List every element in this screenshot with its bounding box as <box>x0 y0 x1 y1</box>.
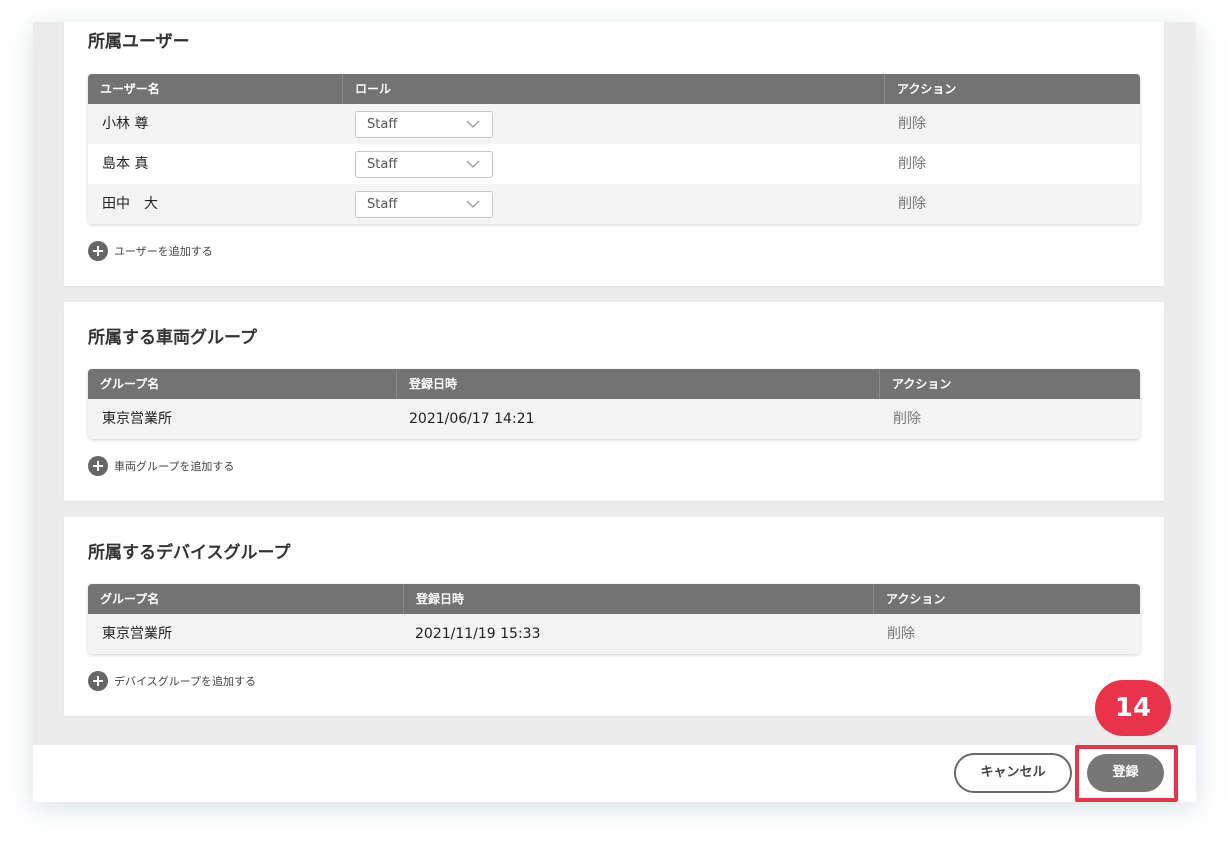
vehicle-groups-card: 所属する車両グループ グループ名 登録日時 アクション 東京営業所 2021/0… <box>64 302 1164 501</box>
role-select-value: Staff <box>367 157 398 172</box>
column-header-action: アクション <box>884 74 956 104</box>
device-groups-section-title: 所属するデバイスグループ <box>88 543 291 563</box>
chevron-down-icon <box>466 120 480 128</box>
role-select[interactable]: Staff <box>355 111 493 138</box>
add-user-label: ユーザーを追加する <box>114 245 213 258</box>
table-row: 東京営業所 2021/06/17 14:21 削除 <box>88 399 1140 439</box>
user-name: 小林 尊 <box>102 116 149 132</box>
chevron-down-icon <box>466 160 480 168</box>
table-header: ユーザー名 ロール アクション <box>88 74 1140 104</box>
device-groups-card: 所属するデバイスグループ グループ名 登録日時 アクション 東京営業所 2021… <box>64 517 1164 716</box>
delete-link[interactable]: 削除 <box>898 144 926 184</box>
plus-circle-icon <box>88 671 108 691</box>
table-header: グループ名 登録日時 アクション <box>88 369 1140 399</box>
user-name: 田中 大 <box>102 196 158 212</box>
column-header-registered-at: 登録日時 <box>403 584 464 614</box>
column-header-action: アクション <box>879 369 951 399</box>
add-device-group-label: デバイスグループを追加する <box>114 675 257 688</box>
table-row: 島本 真 Staff 削除 <box>88 144 1140 184</box>
register-button-highlight <box>1075 745 1178 802</box>
cancel-button[interactable]: キャンセル <box>954 753 1072 793</box>
footer-action-bar: キャンセル 登録 <box>33 745 1196 802</box>
group-name: 東京営業所 <box>102 411 172 427</box>
table-row: 東京営業所 2021/11/19 15:33 削除 <box>88 614 1140 654</box>
plus-circle-icon <box>88 456 108 476</box>
delete-link[interactable]: 削除 <box>898 184 926 224</box>
role-select-value: Staff <box>367 117 398 132</box>
delete-link[interactable]: 削除 <box>893 399 921 439</box>
table-row: 小林 尊 Staff 削除 <box>88 104 1140 144</box>
users-card: 所属ユーザー ユーザー名 ロール アクション 小林 尊 Staff 削除 島本 … <box>64 22 1164 286</box>
registered-at: 2021/06/17 14:21 <box>409 411 535 427</box>
delete-link[interactable]: 削除 <box>887 614 915 654</box>
device-groups-table: グループ名 登録日時 アクション 東京営業所 2021/11/19 15:33 … <box>88 584 1140 654</box>
step-number-badge: 14 <box>1095 680 1171 736</box>
vehicle-groups-section-title: 所属する車両グループ <box>88 328 257 348</box>
add-vehicle-group-link[interactable]: 車両グループを追加する <box>88 456 234 476</box>
table-row: 田中 大 Staff 削除 <box>88 184 1140 224</box>
column-header-group-name: グループ名 <box>100 592 160 606</box>
add-vehicle-group-label: 車両グループを追加する <box>114 460 235 473</box>
role-select[interactable]: Staff <box>355 151 493 178</box>
add-device-group-link[interactable]: デバイスグループを追加する <box>88 671 256 691</box>
users-table: ユーザー名 ロール アクション 小林 尊 Staff 削除 島本 真 Staff… <box>88 74 1140 224</box>
role-select-value: Staff <box>367 197 398 212</box>
vehicle-groups-table: グループ名 登録日時 アクション 東京営業所 2021/06/17 14:21 … <box>88 369 1140 439</box>
user-name: 島本 真 <box>102 156 149 172</box>
column-header-username: ユーザー名 <box>100 82 160 96</box>
column-header-action: アクション <box>873 584 945 614</box>
column-header-group-name: グループ名 <box>100 377 160 391</box>
role-select[interactable]: Staff <box>355 191 493 218</box>
column-header-registered-at: 登録日時 <box>396 369 457 399</box>
column-header-role: ロール <box>342 74 391 104</box>
users-section-title: 所属ユーザー <box>88 32 190 52</box>
registered-at: 2021/11/19 15:33 <box>415 626 541 642</box>
app-window: 所属ユーザー ユーザー名 ロール アクション 小林 尊 Staff 削除 島本 … <box>33 22 1196 802</box>
table-header: グループ名 登録日時 アクション <box>88 584 1140 614</box>
delete-link[interactable]: 削除 <box>898 104 926 144</box>
group-name: 東京営業所 <box>102 626 172 642</box>
plus-circle-icon <box>88 241 108 261</box>
add-user-link[interactable]: ユーザーを追加する <box>88 241 213 261</box>
chevron-down-icon <box>466 200 480 208</box>
